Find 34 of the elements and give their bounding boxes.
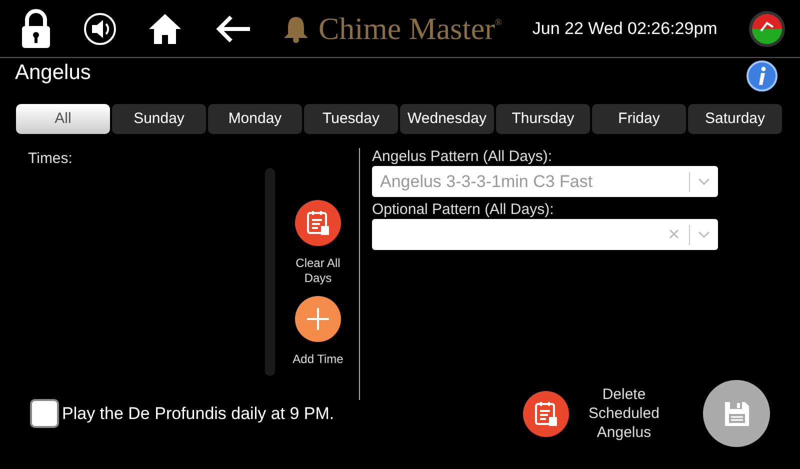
page-title: Angelus <box>14 60 91 86</box>
back-arrow-icon[interactable] <box>214 14 252 44</box>
add-time-label: Add Time <box>292 352 344 367</box>
clear-all-label: Clear All Days <box>294 256 342 286</box>
logo-text: Chime Master$^{®}$ <box>318 13 502 44</box>
delete-schedule-label: Delete Scheduled Angelus <box>588 385 660 442</box>
field-label: Optional Pattern (All Days): <box>372 201 555 219</box>
field-label: Angelus Pattern (All Days): <box>372 148 554 166</box>
checkbox[interactable] <box>30 399 59 428</box>
lock-icon[interactable] <box>20 8 52 48</box>
bell-icon <box>282 14 310 42</box>
day-tab[interactable]: All <box>16 104 110 134</box>
speaker-icon[interactable] <box>82 12 117 46</box>
day-tab[interactable]: Saturday <box>688 104 782 134</box>
plus-icon <box>307 308 329 330</box>
info-icon[interactable] <box>746 60 778 92</box>
day-tab[interactable]: Friday <box>592 104 686 134</box>
calendar-delete-icon <box>306 210 330 236</box>
day-tab[interactable]: Sunday <box>112 104 206 134</box>
add-time-button[interactable] <box>295 296 341 342</box>
clear-all-button[interactable] <box>295 200 341 246</box>
home-icon[interactable] <box>147 12 184 46</box>
day-tab[interactable]: Thursday <box>496 104 590 134</box>
chevron-down-icon <box>698 178 710 186</box>
checkbox-label: Play the De Profundis daily at 9 PM. <box>62 402 334 425</box>
chevron-down-icon <box>698 230 710 238</box>
day-tab[interactable]: Monday <box>208 104 302 134</box>
delete-schedule-button[interactable] <box>523 390 569 436</box>
day-tab[interactable]: Wednesday <box>400 104 494 134</box>
calendar-delete-icon <box>534 400 558 426</box>
day-tab[interactable]: Tuesday <box>304 104 398 134</box>
status-indicator-icon[interactable] <box>748 10 786 48</box>
date-time: Jun 22 Wed 02:26:29pm <box>532 18 718 40</box>
times-label: Times: <box>28 149 72 169</box>
